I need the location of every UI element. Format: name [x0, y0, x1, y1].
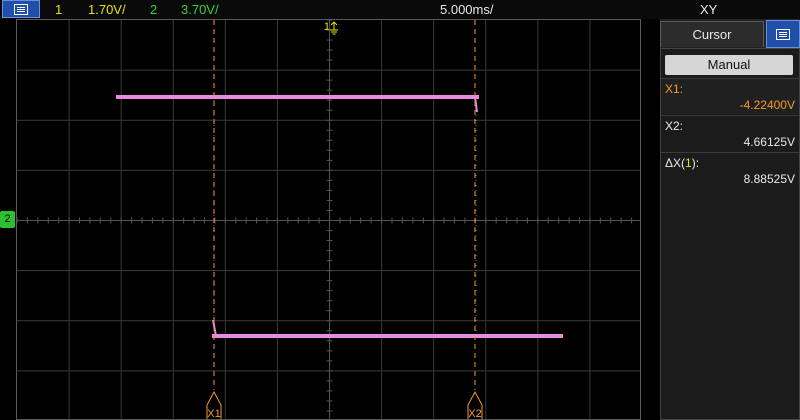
graticule-svg: X1 X2 1 [17, 20, 640, 420]
delta-x-value: 8.88525V [743, 172, 795, 186]
ground-icon [330, 21, 338, 35]
xy-trace [116, 95, 563, 338]
cursor-panel-header: Cursor [660, 19, 800, 48]
menu-icon [776, 28, 790, 40]
graticule-axes [17, 20, 640, 419]
delta-x-channel: 1 [685, 156, 692, 170]
cursor-x1-readout[interactable]: X1: -4.22400V [661, 78, 799, 114]
cursor-panel: Cursor Manual X1: -4.22400V X2: 4.66125V… [660, 19, 800, 420]
menu-icon [14, 3, 28, 15]
cursor-x2-label: X2 [468, 408, 481, 420]
display-mode[interactable]: XY [700, 2, 717, 17]
x2-label: X2: [665, 119, 684, 133]
cursor-mode-button[interactable]: Manual [665, 55, 793, 75]
x1-label: X1: [665, 82, 684, 96]
status-bar: 1 1.70V/ 2 3.70V/ 5.000ms/ XY [0, 0, 800, 19]
x1-value: -4.22400V [739, 98, 795, 112]
channel-1-label[interactable]: 1 [55, 2, 62, 17]
cursor-x2-readout[interactable]: X2: 4.66125V [661, 115, 799, 151]
channel-2-label[interactable]: 2 [150, 2, 157, 17]
delta-x-readout[interactable]: ΔX(1): 8.88525V [661, 152, 799, 188]
channel-1-scale[interactable]: 1.70V/ [88, 2, 126, 17]
main-menu-button[interactable] [2, 0, 40, 18]
delta-x-label: ΔX(1): [665, 156, 699, 170]
cursor-x1-label: X1 [207, 408, 220, 420]
ch1-ground-marker[interactable]: 1 [324, 21, 338, 35]
cursor-panel-body: Manual X1: -4.22400V X2: 4.66125V ΔX(1):… [660, 48, 800, 420]
channel-2-scale[interactable]: 3.70V/ [181, 2, 219, 17]
delta-x-prefix: ΔX( [665, 156, 686, 170]
ch1-ground-label: 1 [324, 21, 330, 33]
ch2-ground-marker[interactable]: 2 [0, 211, 15, 228]
xy-display[interactable]: X1 X2 1 [16, 19, 641, 420]
panel-menu-button[interactable] [766, 20, 800, 48]
x2-value: 4.66125V [743, 135, 795, 149]
cursor-panel-title[interactable]: Cursor [660, 21, 764, 47]
delta-x-suffix: ): [691, 156, 700, 170]
timebase-readout[interactable]: 5.000ms/ [440, 2, 493, 17]
